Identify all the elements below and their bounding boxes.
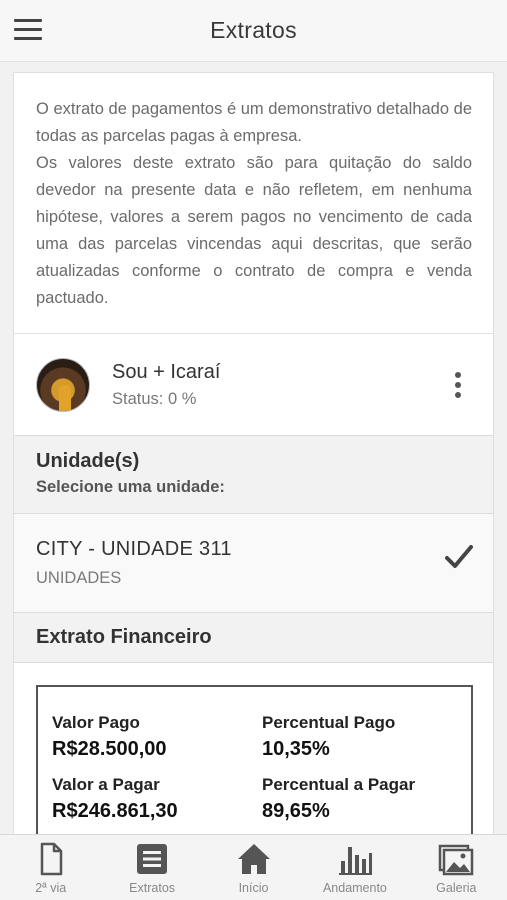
tab-galeria[interactable]: Galeria [406,835,507,900]
tab-extratos[interactable]: Extratos [101,835,202,900]
hamburger-menu-icon[interactable] [14,19,42,41]
enterprise-avatar [36,357,90,412]
tab-label: Andamento [322,881,387,895]
tab-andamento[interactable]: Andamento [304,835,405,900]
tab-2a-via[interactable]: 2ª via [0,835,101,900]
bottom-tab-bar: 2ª via Extratos Início Andamento Galeria [0,834,507,900]
tab-inicio[interactable]: Início [203,835,304,900]
summary-label: Percentual a Pagar [262,775,416,794]
summary-item-paid: Valor Pago R$28.500,00 [52,713,262,761]
enterprise-row: Sou + Icaraí Status: 0 % [14,334,493,436]
unit-type: UNIDADES [36,569,122,587]
financial-header: Extrato Financeiro [14,613,493,663]
summary-label: Percentual Pago [262,713,396,732]
intro-paragraph-2: Os valores deste extrato são para quitaç… [36,154,472,307]
gallery-icon [439,844,474,876]
intro-text: O extrato de pagamentos é um demonstrati… [14,73,493,334]
summary-label: Valor a Pagar [52,775,160,794]
units-subtitle: Selecione uma unidade: [36,478,225,496]
home-icon [237,844,270,874]
bar-chart-icon [338,847,372,875]
tab-label: Extratos [129,881,176,895]
tab-label: Galeria [436,881,477,895]
tab-label: 2ª via [35,881,67,895]
list-icon [137,844,168,874]
main-card: O extrato de pagamentos é um demonstrati… [13,72,494,842]
page-title: Extratos [210,17,297,43]
units-header: Unidade(s) Selecione uma unidade: [14,436,493,514]
financial-summary: Valor Pago R$28.500,00 Percentual Pago 1… [36,685,473,841]
enterprise-name: Sou + Icaraí [112,360,221,383]
summary-value: R$246.861,30 [52,800,178,822]
more-options-icon[interactable] [453,372,463,402]
summary-item-paid-percent: Percentual Pago 10,35% [262,713,472,761]
tab-label: Início [238,881,269,895]
units-title: Unidade(s) [36,450,140,472]
app-header: Extratos [0,0,507,62]
intro-paragraph-1: O extrato de pagamentos é um demonstrati… [36,100,472,145]
checkmark-icon [445,545,473,568]
summary-item-to-pay: Valor a Pagar R$246.861,30 [52,775,262,823]
unit-item[interactable]: CITY - UNIDADE 311 UNIDADES [14,514,493,613]
enterprise-status: Status: 0 % [112,389,197,408]
summary-value: 89,65% [262,800,330,822]
summary-value: R$28.500,00 [52,738,167,760]
unit-name: CITY - UNIDADE 311 [36,538,232,560]
summary-label: Valor Pago [52,713,140,732]
document-icon [40,842,62,876]
summary-item-to-pay-percent: Percentual a Pagar 89,65% [262,775,472,823]
summary-value: 10,35% [262,738,330,760]
